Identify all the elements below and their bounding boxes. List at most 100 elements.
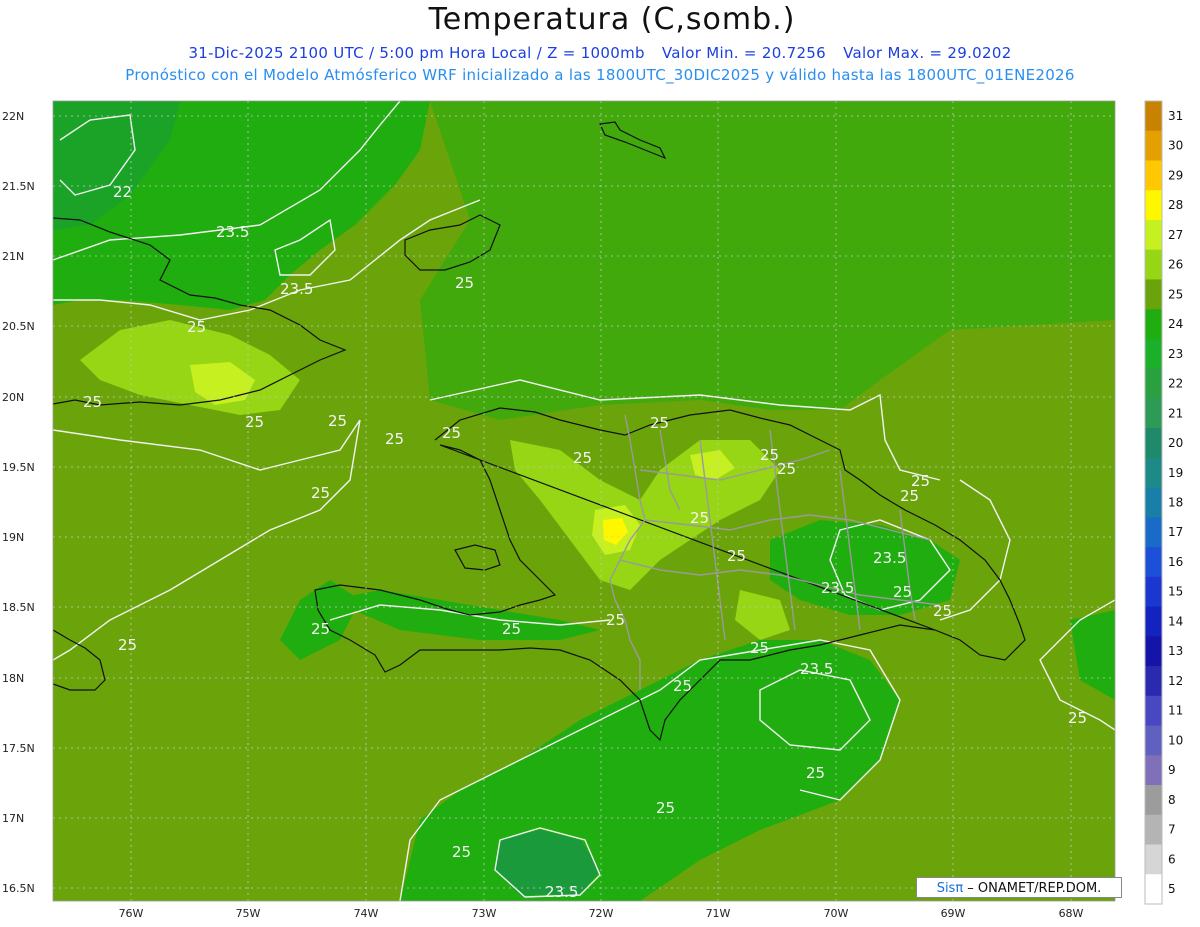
lat-label: 17.5N <box>2 742 35 755</box>
colorbar: 31 30 29 28 27 26 25 24 23 22 21 20 19 18 17 16 15 14 13 12… <box>1144 100 1183 905</box>
colorbar-swatch <box>1145 190 1162 221</box>
brand-org: – ONAMET/REP.DOM. <box>963 881 1102 896</box>
lon-label: 70W <box>824 907 849 920</box>
contour-label: 25 <box>385 430 404 448</box>
contour-label: 25 <box>502 620 521 638</box>
contour-label: 25 <box>933 602 952 620</box>
colorbar-label: 16 <box>1168 555 1183 569</box>
colorbar-swatch <box>1145 755 1162 786</box>
contour-label: 25 <box>311 484 330 502</box>
lon-label: 76W <box>119 907 144 920</box>
colorbar-swatch <box>1145 844 1162 875</box>
latitude-axis: 22N 21.5N 21N 20.5N 20N 19.5N 19N 18.5N … <box>2 110 35 895</box>
colorbar-label: 13 <box>1168 644 1183 658</box>
colorbar-label: 20 <box>1168 436 1183 450</box>
temperature-map: 22 23.5 23.5 25 25 25 25 25 25 25 25 25 … <box>2 100 1183 920</box>
colorbar-label: 21 <box>1168 406 1183 420</box>
longitude-axis: 76W 75W 74W 73W 72W 71W 70W 69W 68W <box>119 907 1084 920</box>
colorbar-swatch <box>1145 487 1162 518</box>
lon-label: 75W <box>236 907 261 920</box>
contour-label: 25 <box>727 547 746 565</box>
contour-label: 23.5 <box>821 579 854 597</box>
colorbar-swatch <box>1145 517 1162 548</box>
lat-label: 21N <box>2 250 24 263</box>
lat-label: 17N <box>2 812 24 825</box>
contour-label: 25 <box>1068 709 1087 727</box>
lat-label: 19.5N <box>2 461 35 474</box>
colorbar-label: 14 <box>1168 614 1183 628</box>
contour-label: 25 <box>650 414 669 432</box>
colorbar-label: 12 <box>1168 674 1183 688</box>
lat-label: 16.5N <box>2 882 35 895</box>
colorbar-swatch <box>1145 547 1162 578</box>
contour-label: 25 <box>311 620 330 638</box>
colorbar-label: 18 <box>1168 496 1183 510</box>
colorbar-label: 11 <box>1168 704 1183 718</box>
colorbar-label: 9 <box>1168 763 1176 777</box>
colorbar-label: 6 <box>1168 852 1176 866</box>
contour-label: 23.5 <box>280 280 313 298</box>
contour-label: 23.5 <box>800 660 833 678</box>
colorbar-label: 29 <box>1168 168 1183 182</box>
contour-label: 25 <box>442 424 461 442</box>
colorbar-swatch <box>1145 457 1162 489</box>
lat-label: 18N <box>2 672 24 685</box>
colorbar-swatch <box>1145 695 1162 727</box>
contour-label: 25 <box>673 677 692 695</box>
lat-label: 19N <box>2 531 24 544</box>
colorbar-swatch <box>1145 814 1162 846</box>
contour-label: 25 <box>83 393 102 411</box>
lat-label: 20.5N <box>2 320 35 333</box>
contour-label: 25 <box>777 460 796 478</box>
map-plot-area <box>53 101 1115 901</box>
lon-label: 68W <box>1059 907 1084 920</box>
colorbar-label: 27 <box>1168 228 1183 242</box>
lon-label: 69W <box>941 907 966 920</box>
contour-label: 25 <box>893 583 912 601</box>
colorbar-swatch <box>1145 785 1162 816</box>
brand-label: Sisπ – ONAMET/REP.DOM. <box>916 877 1122 898</box>
colorbar-label: 22 <box>1168 377 1183 391</box>
colorbar-label: 7 <box>1168 823 1176 837</box>
contour-label: 25 <box>328 412 347 430</box>
contour-label: 25 <box>452 843 471 861</box>
lon-label: 72W <box>589 907 614 920</box>
lat-label: 18.5N <box>2 601 35 614</box>
lon-label: 73W <box>472 907 497 920</box>
colorbar-label: 25 <box>1168 287 1183 301</box>
colorbar-swatch <box>1145 219 1162 251</box>
contour-label: 23.5 <box>545 883 578 901</box>
contour-label: 23.5 <box>216 223 249 241</box>
contour-label: 25 <box>750 639 769 657</box>
colorbar-swatch <box>1145 428 1162 459</box>
colorbar-label: 24 <box>1168 317 1183 331</box>
colorbar-label: 8 <box>1168 793 1176 807</box>
brand-sis: Sisπ <box>936 881 964 896</box>
contour-label: 25 <box>245 413 264 431</box>
contour-label: 22 <box>113 183 132 201</box>
contour-label: 25 <box>573 449 592 467</box>
lat-label: 21.5N <box>2 180 35 193</box>
colorbar-swatch <box>1145 279 1162 310</box>
colorbar-label: 23 <box>1168 347 1183 361</box>
colorbar-swatch <box>1145 576 1162 608</box>
colorbar-label: 15 <box>1168 585 1183 599</box>
colorbar-swatch <box>1145 606 1162 637</box>
colorbar-label: 10 <box>1168 733 1183 747</box>
colorbar-label: 30 <box>1168 139 1183 153</box>
contour-label: 25 <box>900 487 919 505</box>
lon-label: 74W <box>354 907 379 920</box>
colorbar-swatch <box>1145 398 1162 429</box>
colorbar-swatch <box>1145 101 1162 132</box>
colorbar-swatch <box>1145 249 1162 280</box>
colorbar-swatch <box>1145 160 1162 191</box>
colorbar-label: 19 <box>1168 466 1183 480</box>
colorbar-swatch <box>1145 130 1162 161</box>
colorbar-swatch <box>1145 636 1162 667</box>
colorbar-swatch <box>1145 725 1162 756</box>
colorbar-label: 28 <box>1168 198 1183 212</box>
contour-label: 25 <box>606 611 625 629</box>
contour-label: 25 <box>187 318 206 336</box>
colorbar-swatch <box>1145 309 1162 340</box>
colorbar-swatch <box>1145 338 1162 370</box>
